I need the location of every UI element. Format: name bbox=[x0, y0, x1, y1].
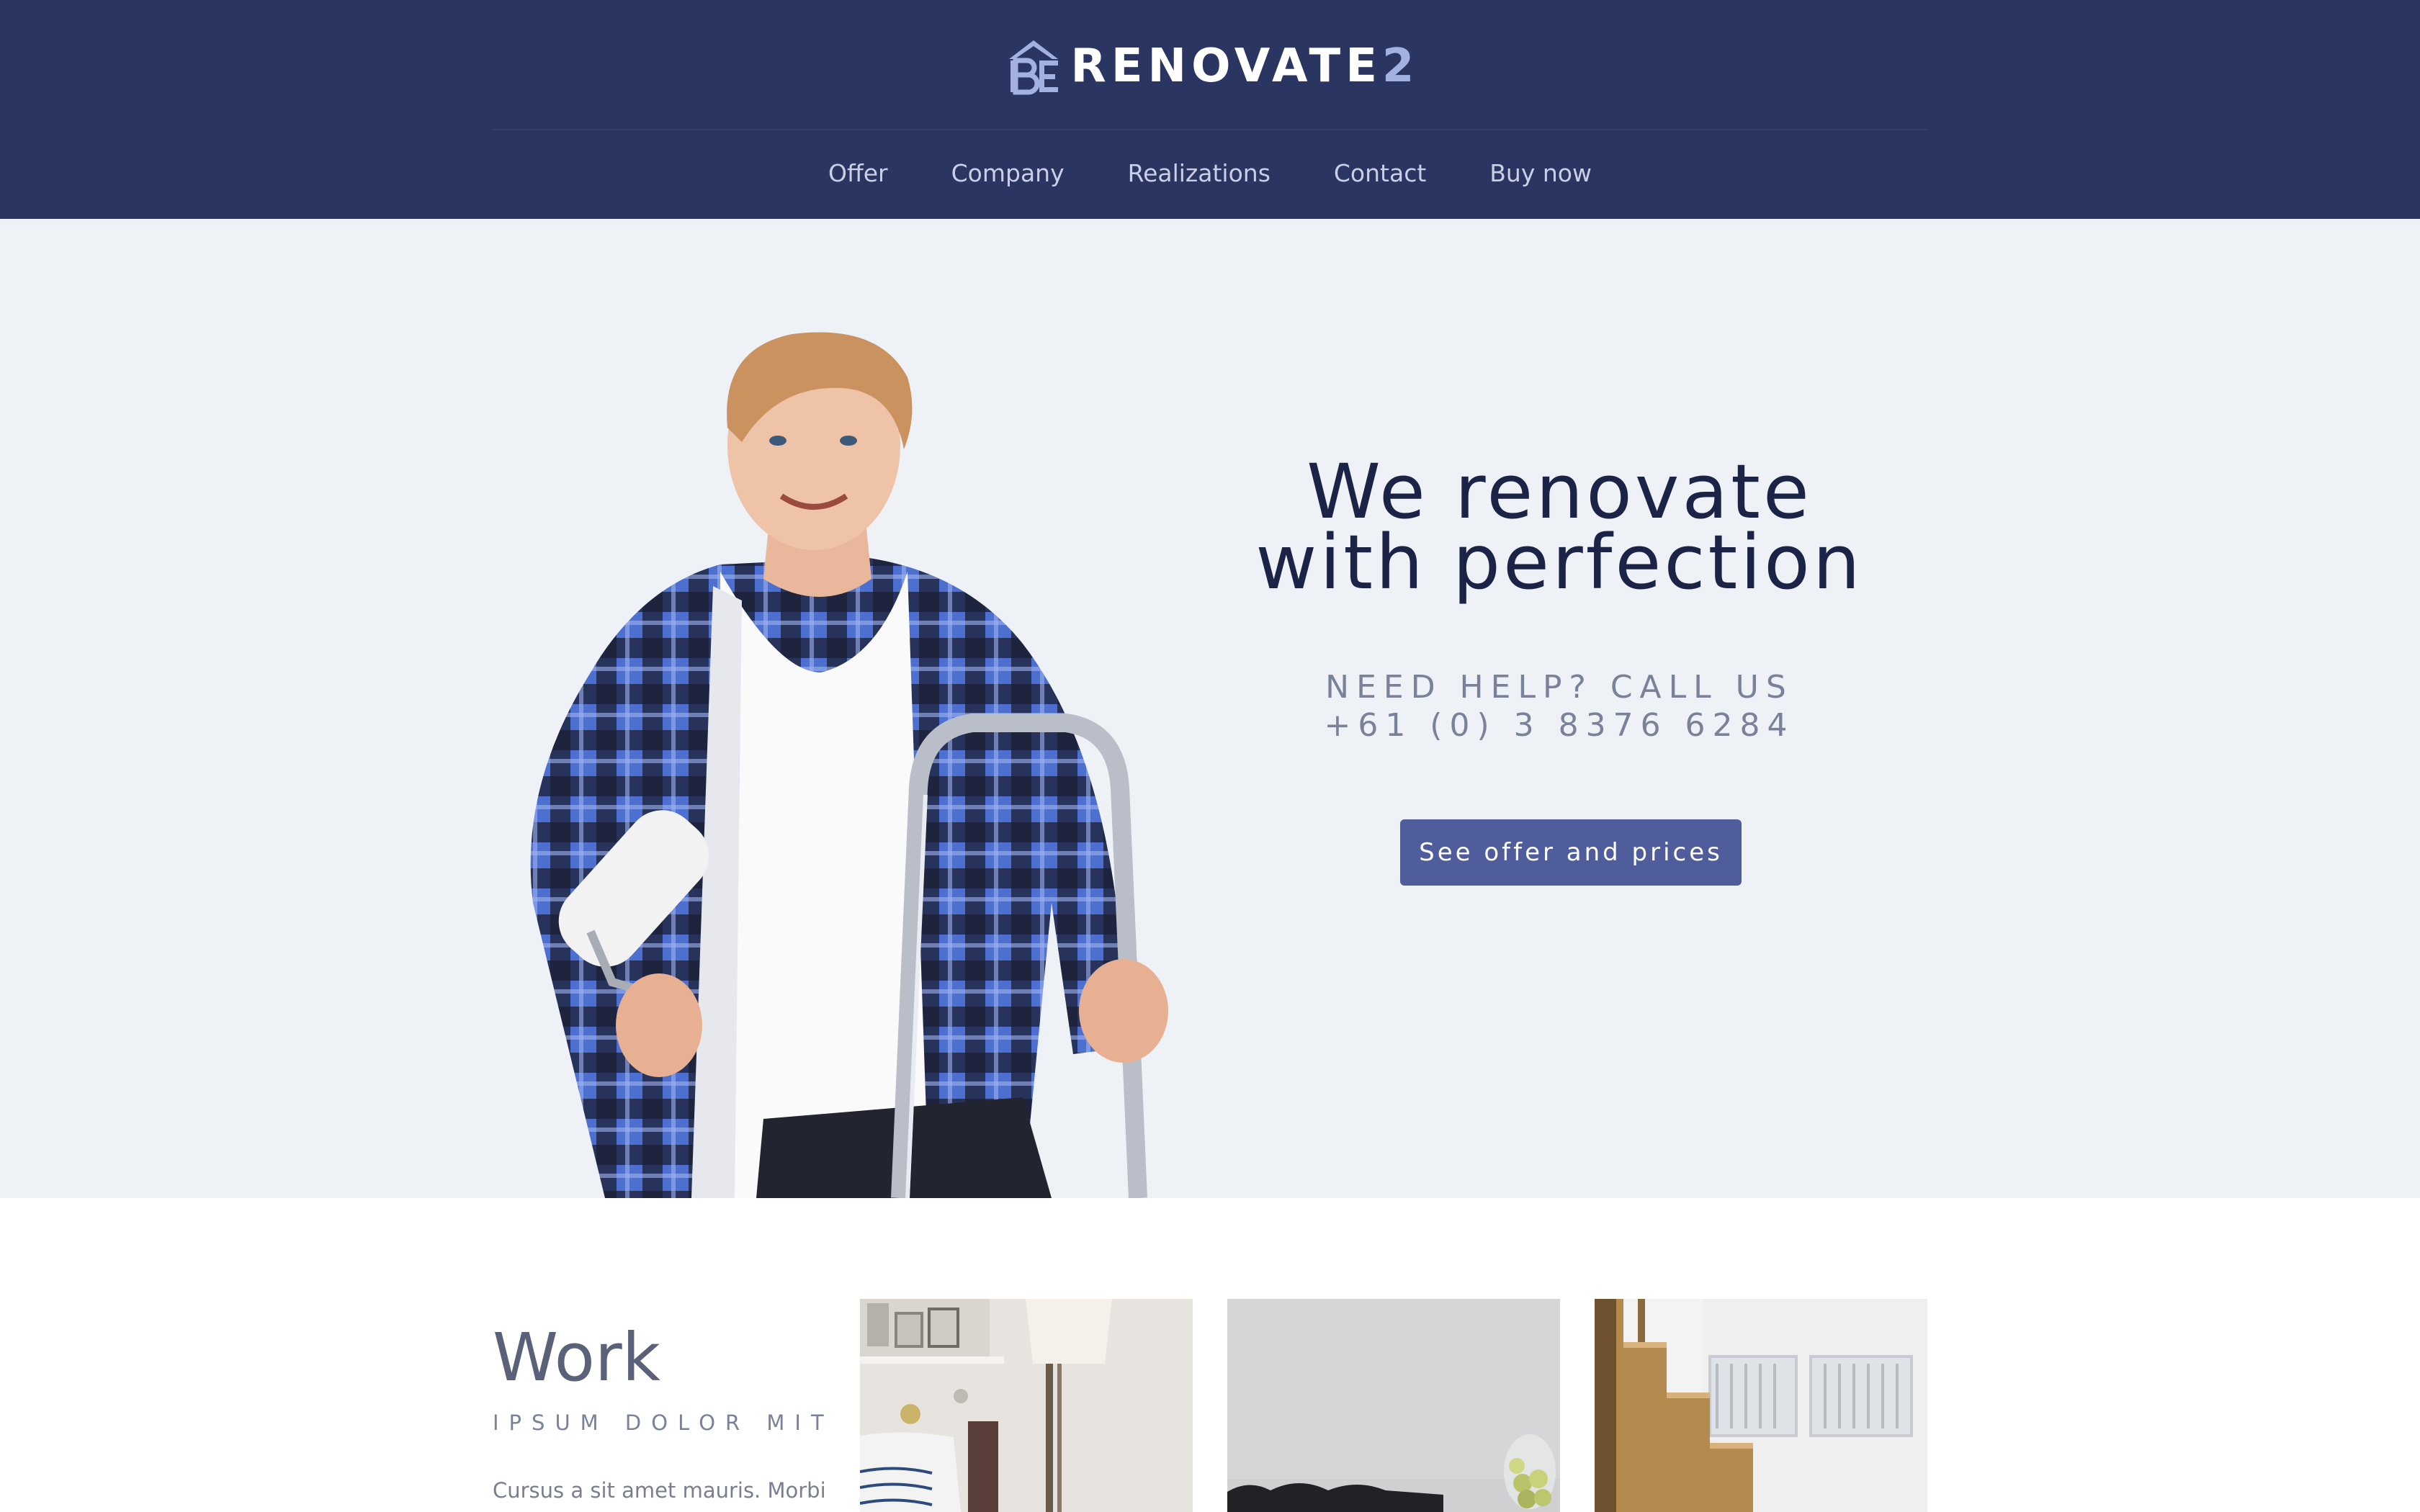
work-thumbnail-decor[interactable] bbox=[1227, 1299, 1560, 1512]
see-offer-button[interactable]: See offer and prices bbox=[1400, 819, 1742, 886]
help-text: NEED HELP? CALL US bbox=[1325, 669, 1793, 706]
interior-photo bbox=[860, 1299, 1193, 1512]
nav-item-offer[interactable]: Offer bbox=[828, 161, 888, 185]
site-header: RENOVATE 2 Offer Company Realizations Co… bbox=[0, 0, 2420, 219]
phone-number[interactable]: +61 (0) 3 8376 6284 bbox=[1324, 707, 1794, 744]
nav-item-realizations[interactable]: Realizations bbox=[1128, 161, 1270, 185]
work-thumbnail-interior[interactable] bbox=[860, 1299, 1193, 1512]
help-contact: NEED HELP? CALL US +61 (0) 3 8376 6284 bbox=[1152, 668, 1966, 744]
work-title: Work bbox=[493, 1319, 660, 1396]
header-divider bbox=[493, 129, 1927, 130]
nav-item-contact[interactable]: Contact bbox=[1334, 161, 1426, 185]
logo-number: 2 bbox=[1381, 40, 1416, 93]
logo-text: RENOVATE bbox=[1070, 40, 1382, 93]
stairs-photo bbox=[1595, 1299, 1927, 1512]
work-subtitle: IPSUM DOLOR MIT bbox=[493, 1410, 834, 1435]
hero-section: We renovate with perfection NEED HELP? C… bbox=[0, 219, 2420, 1198]
nav-item-buy-now[interactable]: Buy now bbox=[1489, 161, 1592, 185]
logo[interactable]: RENOVATE 2 bbox=[0, 35, 2420, 98]
decor-photo bbox=[1227, 1299, 1560, 1512]
work-thumbnail-stairs[interactable] bbox=[1595, 1299, 1927, 1512]
main-nav: Offer Company Realizations Contact Buy n… bbox=[0, 153, 2420, 192]
nav-item-company[interactable]: Company bbox=[951, 161, 1065, 185]
work-description: Cursus a sit amet mauris. Morbi bbox=[493, 1478, 826, 1503]
hero-title: We renovate with perfection bbox=[1152, 454, 1966, 600]
house-logo-icon bbox=[1008, 40, 1058, 95]
hero-title-line-2: with perfection bbox=[1255, 518, 1863, 606]
